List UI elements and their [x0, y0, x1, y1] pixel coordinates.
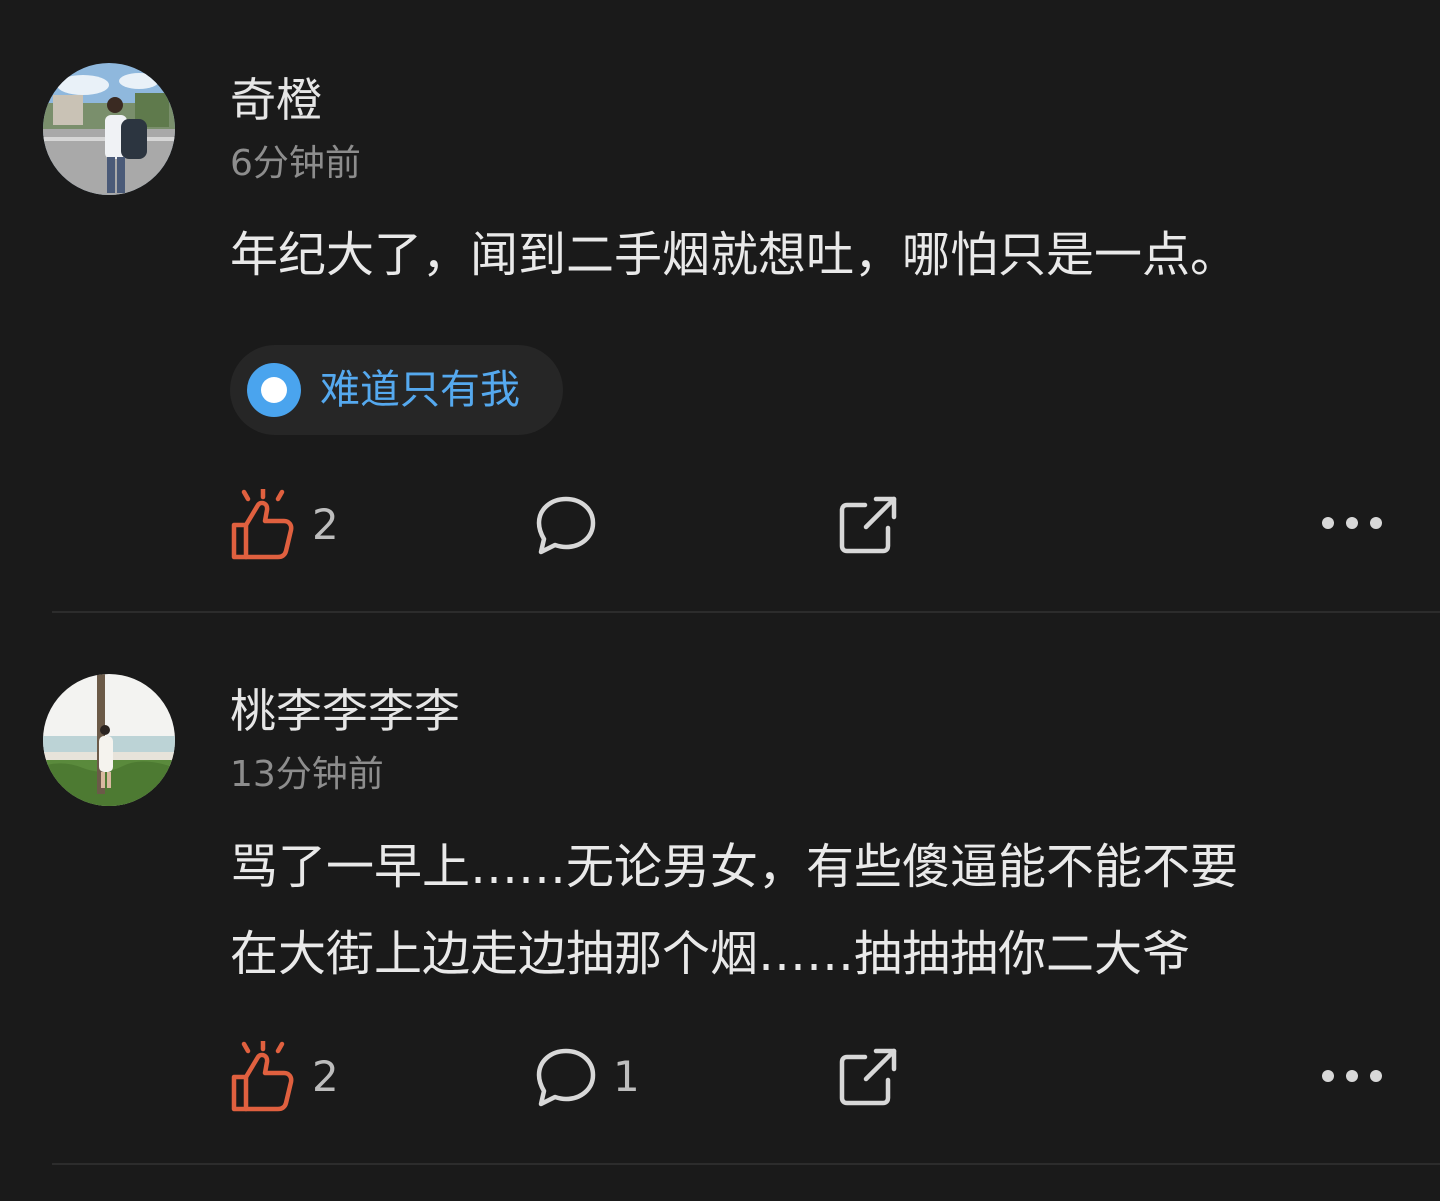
avatar[interactable]: [43, 63, 175, 195]
thumbs-up-icon: [231, 489, 294, 560]
more-icon: [1322, 1070, 1382, 1082]
author-name[interactable]: 奇橙: [230, 72, 322, 128]
comment-icon: [536, 1048, 596, 1107]
post-text-line: 在大街上边走边抽那个烟……抽抽抽你二大爷: [230, 926, 1191, 982]
comment-count: 1: [613, 1052, 640, 1101]
avatar[interactable]: [43, 674, 175, 806]
post-time: 13分钟前: [230, 754, 384, 795]
post-time: 6分钟前: [230, 143, 361, 184]
comment-icon: [536, 496, 596, 555]
topic-circle-icon: [247, 363, 301, 417]
comment-button[interactable]: 1: [535, 1037, 640, 1117]
avatar-photo-icon: [43, 674, 175, 806]
topic-chip[interactable]: 难道只有我: [230, 345, 563, 435]
post-text-line: 骂了一早上……无论男女，有些傻逼能不能不要: [230, 839, 1239, 895]
more-icon: [1322, 517, 1382, 529]
share-icon: [839, 496, 897, 554]
post-text-line: 年纪大了，闻到二手烟就想吐，哪怕只是一点。: [230, 227, 1239, 283]
like-button[interactable]: 2: [230, 1037, 339, 1117]
comment-button[interactable]: [535, 485, 597, 565]
share-button[interactable]: [838, 485, 898, 565]
like-count: 2: [312, 1052, 339, 1101]
more-button[interactable]: [1320, 483, 1384, 563]
more-button[interactable]: [1320, 1036, 1384, 1116]
share-button[interactable]: [838, 1037, 898, 1117]
avatar-photo-icon: [43, 63, 175, 195]
post-card: 奇橙 6分钟前 年纪大了，闻到二手烟就想吐，哪怕只是一点。 难道只有我 2: [0, 0, 1440, 612]
divider: [52, 1163, 1440, 1165]
author-name[interactable]: 桃李李李李: [230, 683, 460, 739]
like-count: 2: [312, 500, 339, 549]
thumbs-up-icon: [231, 1041, 294, 1112]
post-card: 桃李李李李 13分钟前 骂了一早上……无论男女，有些傻逼能不能不要 在大街上边走…: [0, 613, 1440, 1163]
like-button[interactable]: 2: [230, 485, 339, 565]
share-icon: [839, 1048, 897, 1106]
topic-label: 难道只有我: [320, 367, 520, 413]
